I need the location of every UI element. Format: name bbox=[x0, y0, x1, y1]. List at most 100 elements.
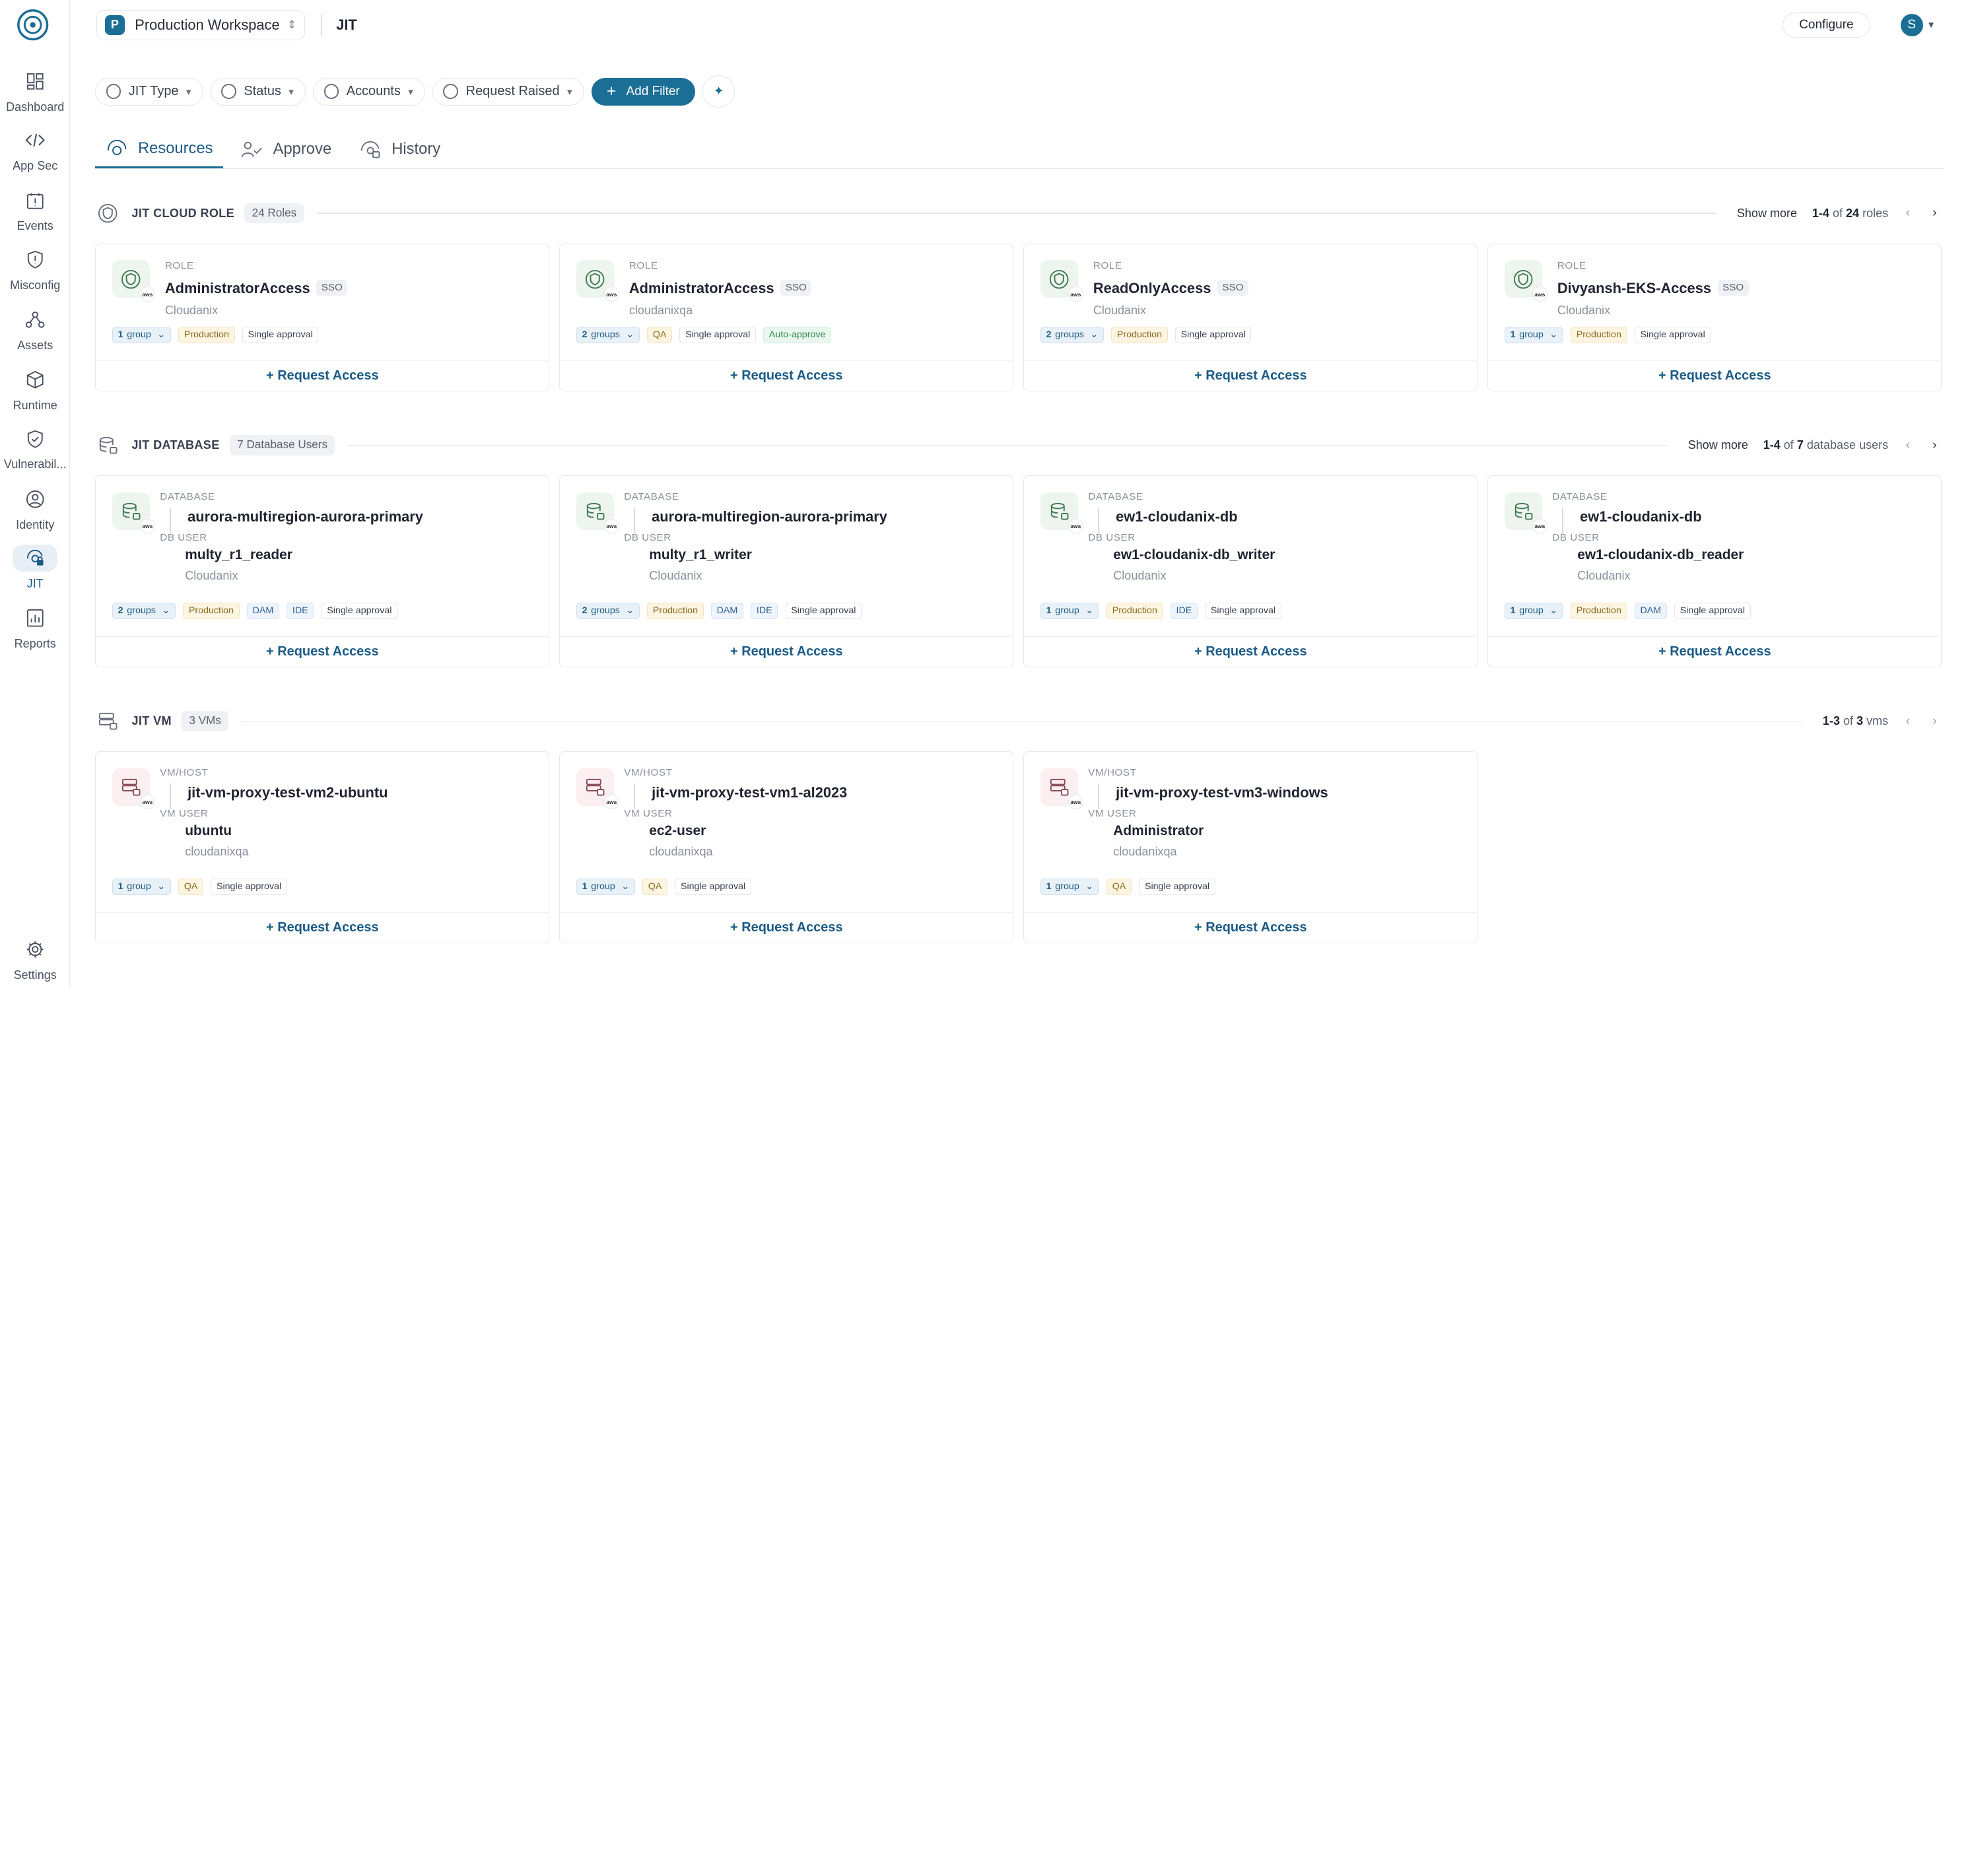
sidebar-item-runtime[interactable]: Runtime bbox=[0, 366, 70, 422]
resources-icon bbox=[107, 140, 126, 156]
request-access-button[interactable]: + Request Access bbox=[96, 912, 549, 943]
filter-status[interactable]: Status ▾ bbox=[211, 77, 306, 106]
groups-dropdown[interactable]: 1 group ⌄ bbox=[112, 326, 171, 343]
tab-approve[interactable]: Approve bbox=[230, 131, 341, 168]
workspace-switcher[interactable]: P Production Workspace ⇕ bbox=[96, 10, 305, 40]
configure-button[interactable]: Configure bbox=[1782, 13, 1870, 38]
user-kicker: DB USER bbox=[624, 531, 671, 543]
sidebar-item-identity[interactable]: Identity bbox=[0, 485, 70, 541]
account-icon bbox=[323, 84, 339, 100]
tag-row: 2 groups ⌄ Production Single approval bbox=[1040, 326, 1252, 343]
tag-row: 1 group ⌄ Production IDE Single approval bbox=[1040, 602, 1281, 619]
filter-request-raised[interactable]: Request Raised ▾ bbox=[432, 77, 584, 106]
chevron-down-icon: ⌄ bbox=[621, 881, 630, 892]
tab-history[interactable]: History bbox=[349, 131, 451, 168]
groups-dropdown[interactable]: 2 groups ⌄ bbox=[112, 602, 176, 619]
chevron-down-icon: ⌄ bbox=[1085, 605, 1094, 617]
tag-badge: Production bbox=[1111, 326, 1168, 343]
account-name: Cloudanix bbox=[1113, 569, 1167, 583]
request-access-button[interactable]: + Request Access bbox=[560, 360, 1013, 391]
sidebar-item-reports[interactable]: Reports bbox=[0, 605, 70, 660]
tag-badge: Production bbox=[647, 602, 704, 619]
sidebar-item-jit[interactable]: JIT bbox=[0, 544, 70, 600]
user-name: ubuntu bbox=[185, 822, 232, 838]
groups-dropdown[interactable]: 1 group ⌄ bbox=[1040, 602, 1099, 619]
filter-accounts[interactable]: Accounts ▾ bbox=[313, 77, 425, 106]
sidebar-item-app-sec[interactable]: App Sec bbox=[0, 127, 70, 182]
filter-jit-type[interactable]: JIT Type ▾ bbox=[95, 77, 203, 106]
request-access-button[interactable]: + Request Access bbox=[1488, 636, 1942, 667]
calendar-alert-icon bbox=[26, 193, 44, 209]
caret-down-icon[interactable]: ▼ bbox=[1927, 20, 1936, 30]
sidebar-item-assets[interactable]: Assets bbox=[0, 306, 70, 362]
account-name: cloudanixqa bbox=[185, 845, 249, 859]
resource-kicker: DATABASE bbox=[1088, 490, 1143, 502]
groups-dropdown[interactable]: 2 groups ⌄ bbox=[576, 326, 640, 343]
chevron-down-icon: ⌄ bbox=[157, 329, 166, 341]
tag-row: 1 group ⌄ QA Single approval bbox=[1040, 878, 1215, 895]
prev-page-icon[interactable]: ‹ bbox=[1906, 206, 1910, 220]
history-icon bbox=[360, 141, 380, 158]
groups-count: 2 bbox=[118, 605, 123, 617]
request-access-button[interactable]: + Request Access bbox=[560, 636, 1013, 667]
sso-badge: SSO bbox=[1217, 279, 1249, 296]
prev-page-icon[interactable]: ‹ bbox=[1906, 438, 1910, 453]
aws-icon: aws bbox=[1532, 518, 1547, 534]
sidebar-item-dashboard[interactable]: Dashboard bbox=[0, 68, 70, 123]
aws-icon: aws bbox=[603, 518, 619, 534]
section-header-vm: JIT VM 3 VMs 1-3 of 3 vms ‹ › bbox=[95, 709, 1944, 734]
groups-dropdown[interactable]: 1 group ⌄ bbox=[1505, 326, 1563, 343]
tag-badge: IDE bbox=[287, 602, 314, 619]
next-page-icon[interactable]: › bbox=[1932, 714, 1936, 729]
sidebar-item-settings[interactable]: Settings bbox=[0, 935, 70, 991]
groups-dropdown[interactable]: 1 group ⌄ bbox=[1040, 878, 1099, 895]
chevron-down-icon: ⌄ bbox=[157, 881, 166, 892]
groups-dropdown[interactable]: 1 group ⌄ bbox=[112, 878, 171, 895]
jit-icon bbox=[26, 550, 44, 566]
shield-check-icon bbox=[95, 201, 120, 226]
sidebar-item-events[interactable]: Events bbox=[0, 187, 70, 242]
resource-name: jit-vm-proxy-test-vm1-al2023 bbox=[652, 784, 848, 801]
sidebar-item-misconfig[interactable]: Misconfig bbox=[0, 246, 70, 301]
request-access-button[interactable]: + Request Access bbox=[96, 636, 549, 667]
next-page-icon[interactable]: › bbox=[1932, 438, 1936, 453]
request-access-button[interactable]: + Request Access bbox=[1024, 360, 1478, 391]
server-icon bbox=[95, 709, 120, 734]
sso-badge: SSO bbox=[316, 279, 348, 296]
show-more-button[interactable]: Show more bbox=[1729, 203, 1804, 224]
tag-badge: QA bbox=[642, 878, 667, 895]
tag-badge: Single approval bbox=[675, 878, 751, 895]
request-access-button[interactable]: + Request Access bbox=[1024, 912, 1478, 943]
groups-dropdown[interactable]: 1 group ⌄ bbox=[576, 878, 635, 895]
tab-label: Resources bbox=[137, 139, 213, 157]
chevron-down-icon: ▾ bbox=[408, 86, 413, 98]
pagination-range: 1-3 bbox=[1822, 714, 1840, 727]
request-access-button[interactable]: + Request Access bbox=[1024, 636, 1478, 667]
sparkle-icon[interactable]: ✦ bbox=[702, 75, 735, 108]
filter-icon bbox=[443, 84, 459, 100]
request-access-button[interactable]: + Request Access bbox=[1488, 360, 1942, 391]
groups-dropdown[interactable]: 2 groups ⌄ bbox=[576, 602, 640, 619]
workspace-name: Production Workspace bbox=[135, 16, 280, 33]
tag-badge: Production bbox=[183, 602, 240, 619]
sidebar-item-label: Identity bbox=[16, 518, 55, 531]
tag-badge: Production bbox=[1571, 602, 1627, 619]
tab-resources[interactable]: Resources bbox=[95, 131, 223, 168]
sidebar-item-vulnerabilities[interactable]: Vulnerabil... bbox=[0, 425, 70, 481]
avatar[interactable]: S bbox=[1900, 13, 1923, 37]
show-more-button[interactable]: Show more bbox=[1680, 434, 1755, 455]
groups-dropdown[interactable]: 1 group ⌄ bbox=[1505, 602, 1563, 619]
request-access-button[interactable]: + Request Access bbox=[96, 360, 549, 391]
shield-check-icon bbox=[27, 430, 43, 448]
pagination-range: 1-4 bbox=[1812, 206, 1829, 220]
groups-dropdown[interactable]: 2 groups ⌄ bbox=[1040, 326, 1104, 343]
cloudanix-logo[interactable] bbox=[17, 9, 49, 41]
prev-page-icon[interactable]: ‹ bbox=[1906, 714, 1910, 729]
add-filter-button[interactable]: + Add Filter bbox=[592, 77, 695, 106]
chevron-down-icon: ⌄ bbox=[626, 605, 634, 617]
groups-count: 1 bbox=[1046, 605, 1052, 617]
role-info: ROLE ReadOnlyAccess SSO Cloudanix bbox=[1093, 260, 1249, 317]
next-page-icon[interactable]: › bbox=[1932, 206, 1936, 220]
request-access-button[interactable]: + Request Access bbox=[560, 912, 1013, 943]
database-icon bbox=[95, 433, 120, 458]
